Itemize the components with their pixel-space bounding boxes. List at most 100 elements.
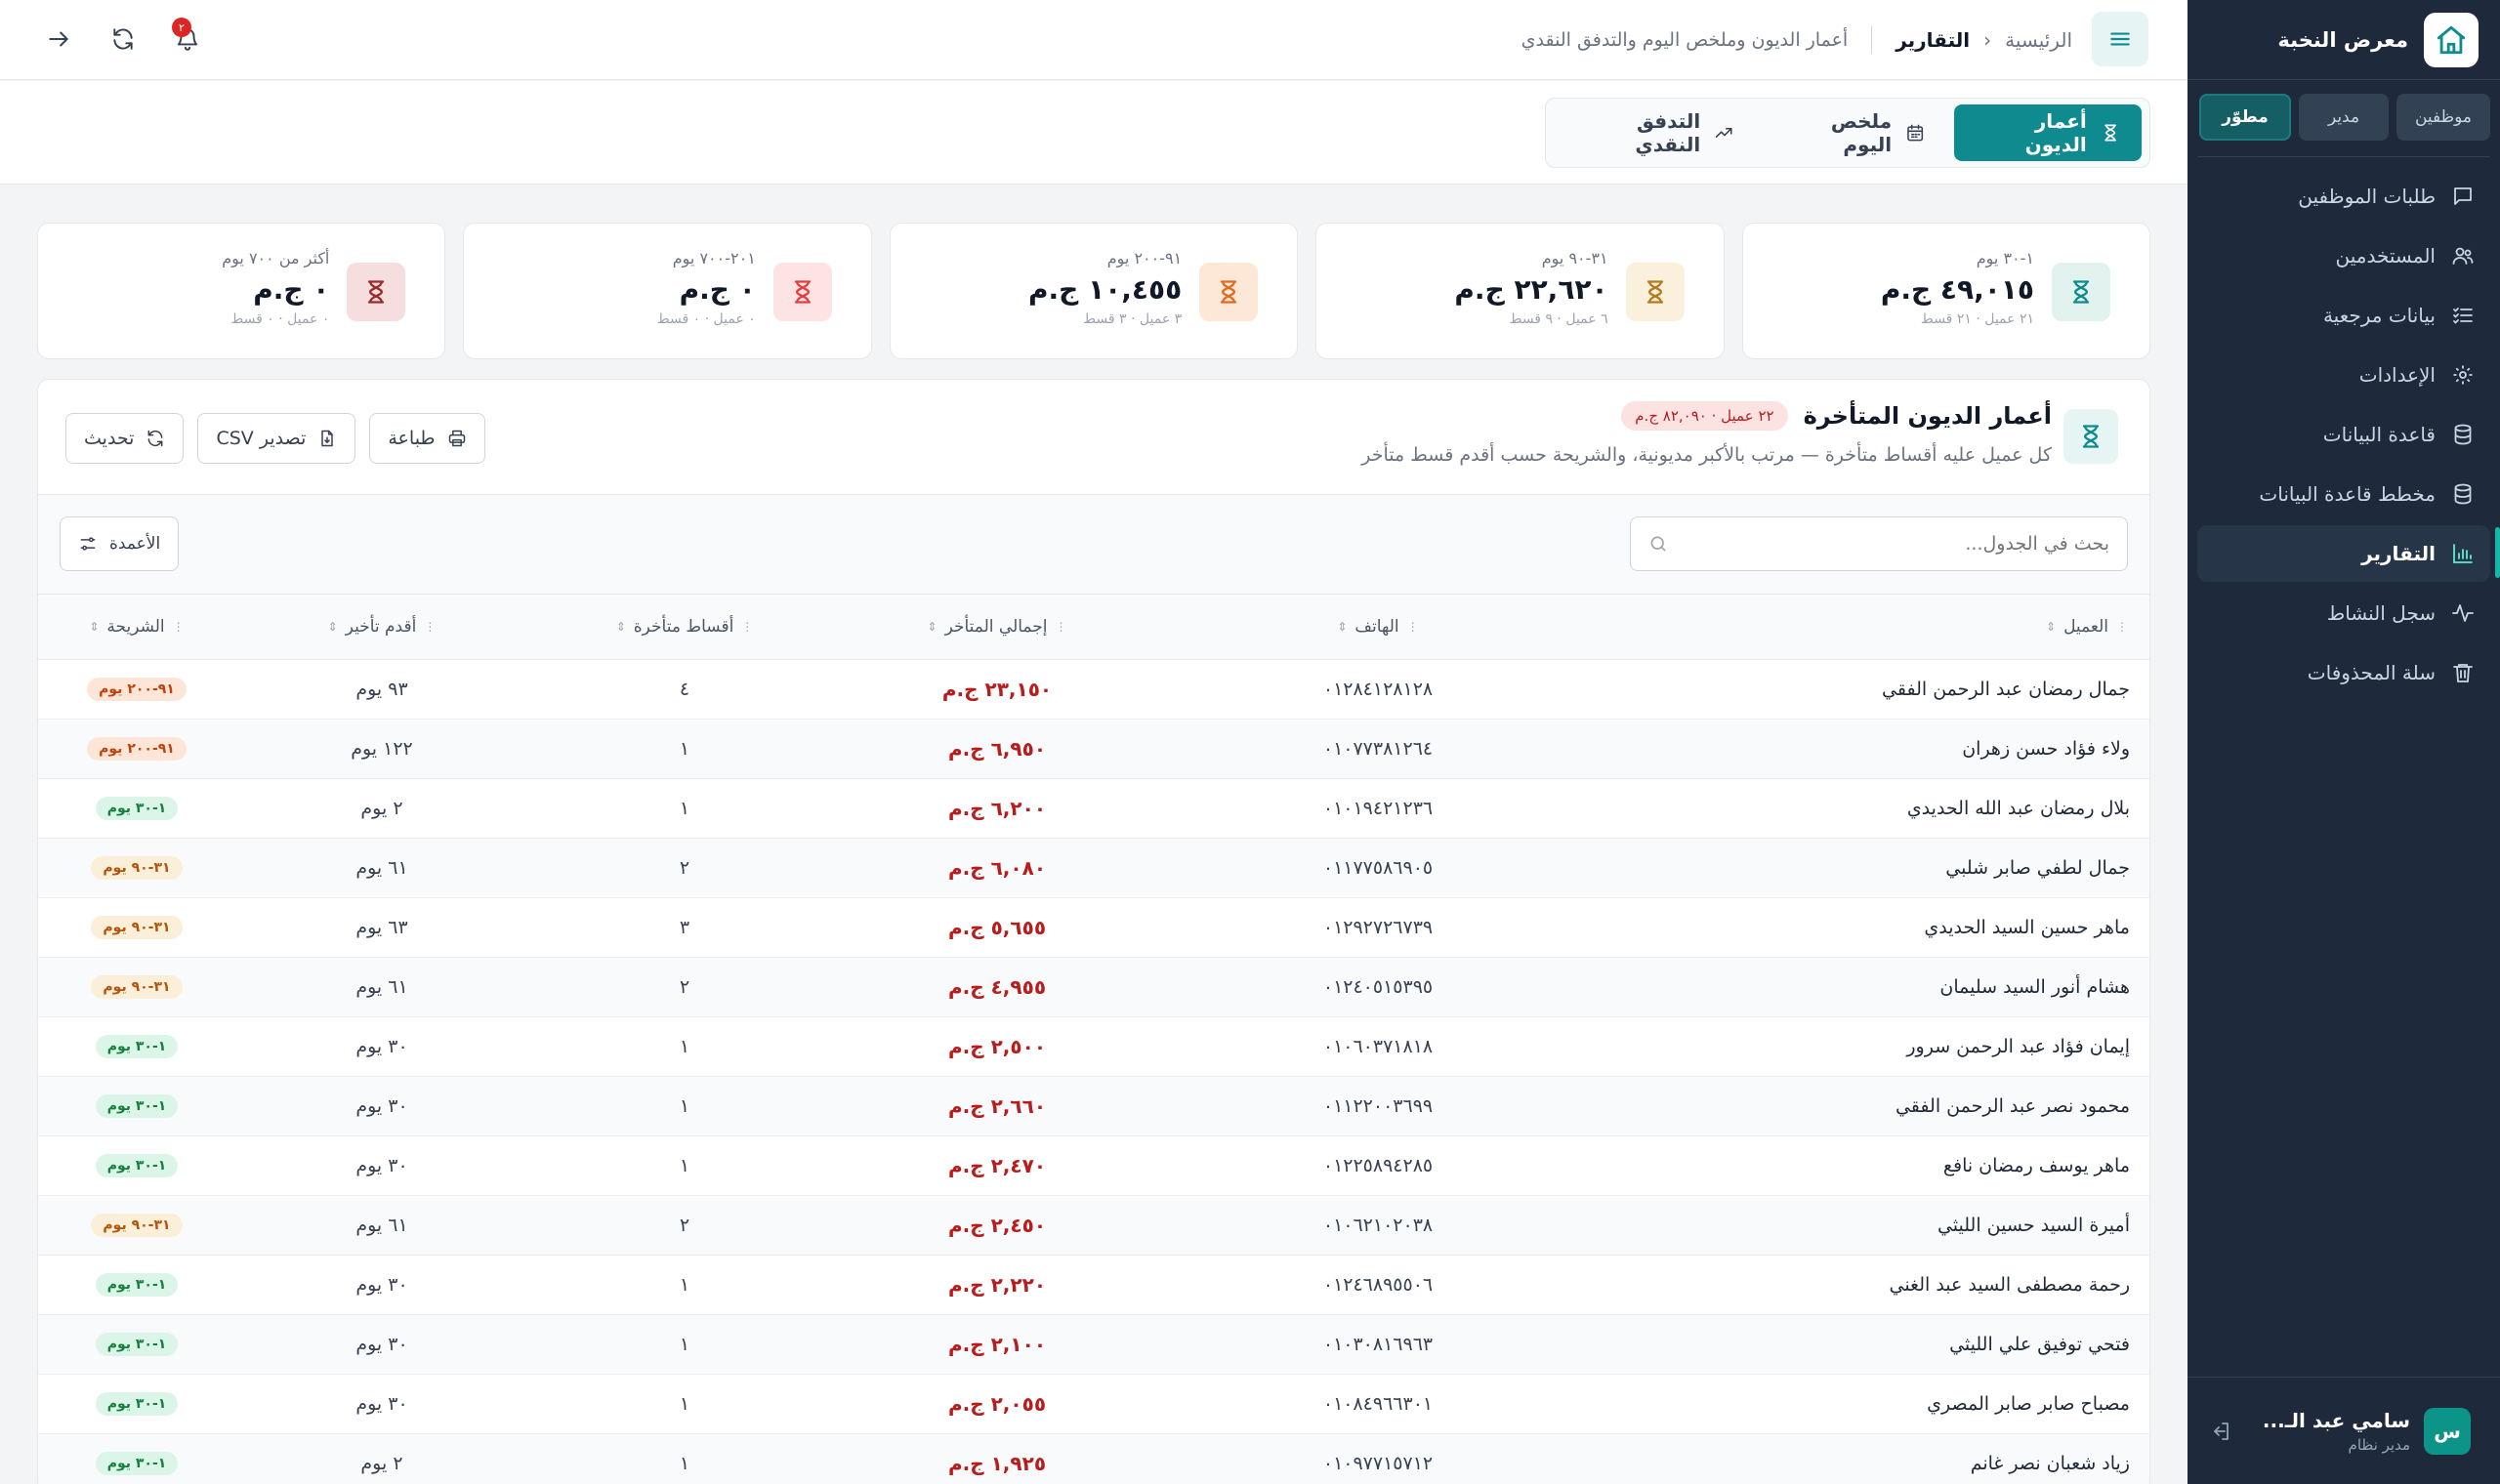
export-csv-button[interactable]: تصدير CSV xyxy=(197,413,356,464)
summary-badge: ٢٢ عميل · ٨٢,٠٩٠ ج.م xyxy=(1621,401,1788,431)
sidebar-item-database-schema[interactable]: مخطط قاعدة البيانات xyxy=(2197,466,2490,522)
sidebar-item-label: الإعدادات xyxy=(2358,363,2436,387)
cell-customer-name: فتحي توفيق علي الليثي xyxy=(1603,1314,2149,1375)
cell-overdue-count: ١ xyxy=(528,1255,841,1315)
sort-icon: ⇕ xyxy=(1337,620,1348,635)
users-icon xyxy=(2452,247,2474,265)
sidebar-item-label: قاعدة البيانات xyxy=(2322,423,2436,446)
cell-phone: ٠١٠٩٧٧١٥٧١٢ xyxy=(1153,1433,1603,1484)
panel-description: كل عميل عليه أقساط متأخرة — مرتب بالأكبر… xyxy=(1361,444,2052,466)
notifications-button[interactable]: ٢ xyxy=(168,18,207,59)
cell-total-overdue: ١,٩٢٥ ج.م xyxy=(841,1433,1153,1484)
tab-debt-aging[interactable]: أعمار الديون xyxy=(1954,104,2142,161)
column-title: الهاتف xyxy=(1354,617,1399,638)
header-actions: ٢ xyxy=(39,18,207,59)
hourglass-icon xyxy=(2052,263,2110,321)
tab-daily-summary[interactable]: ملخص اليوم xyxy=(1764,104,1947,161)
menu-icon xyxy=(2110,32,2130,46)
role-employees[interactable]: موظفين xyxy=(2396,94,2490,141)
card-text: ٢٠١-٧٠٠ يوم ٠ ج.م ٠ عميل · ٠ قسط xyxy=(657,249,756,327)
cell-total-overdue: ٢,٢٢٠ ج.م xyxy=(841,1255,1153,1315)
top-header: الرئيسية ‹ التقارير أعمار الديون وملخص ا… xyxy=(0,0,2188,80)
print-button[interactable]: طباعة xyxy=(369,413,485,464)
table-row[interactable]: هشام أنور السيد سليمان ٠١٢٤٠٥١٥٣٩٥ ٤,٩٥٥ ج… xyxy=(38,957,2149,1017)
sidebar-item-users[interactable]: المستخدمين xyxy=(2197,227,2490,284)
bucket-badge: ٩١-٢٠٠ يوم xyxy=(87,737,187,761)
breadcrumb-current: التقارير xyxy=(1896,28,1971,52)
column-header-customer[interactable]: ⋮ العميل ⇕ xyxy=(1603,595,2149,660)
notification-badge: ٢ xyxy=(172,18,191,37)
cell-customer-name: رحمة مصطفى السيد عبد الغني xyxy=(1603,1255,2149,1315)
table-row[interactable]: جمال رمضان عبد الرحمن الفقي ٠١٢٨٤١٢٨١٢٨ ٢٣… xyxy=(38,659,2149,720)
table-row[interactable]: ماهر حسين السيد الحديدي ٠١٢٩٢٧٢٦٧٣٩ ٥,٦٥٥ … xyxy=(38,897,2149,958)
cell-phone: ٠١٢٢٥٨٩٤٢٨٥ xyxy=(1153,1135,1603,1196)
table-row[interactable]: جمال لطفي صابر شلبي ٠١١٧٧٥٨٦٩٠٥ ٦,٠٨٠ ج.م ٢… xyxy=(38,838,2149,898)
column-header-bucket[interactable]: ⋮ الشريحة ⇕ xyxy=(38,595,235,660)
tab-label: ملخص اليوم xyxy=(1830,109,1893,156)
cell-customer-name: أميرة السيد حسين الليثي xyxy=(1603,1195,2149,1256)
sidebar-item-database[interactable]: قاعدة البيانات xyxy=(2197,406,2490,463)
brand[interactable]: معرض النخبة xyxy=(2188,0,2500,80)
cell-phone: ٠١٠٦٠٣٧١٨١٨ xyxy=(1153,1016,1603,1077)
table-row[interactable]: محمود نصر عبد الرحمن الفقي ٠١١٢٢٠٠٣٦٩٩ ٢,٦… xyxy=(38,1076,2149,1136)
search-input[interactable] xyxy=(1682,533,2109,555)
columns-button[interactable]: الأعمدة xyxy=(60,516,180,571)
column-header-total-overdue[interactable]: ⋮ إجمالي المتأخر ⇕ xyxy=(841,595,1153,660)
cell-oldest-delay: ٣٠ يوم xyxy=(235,1255,528,1315)
back-button[interactable] xyxy=(39,20,78,59)
table-row[interactable]: رحمة مصطفى السيد عبد الغني ٠١٢٤٦٨٩٥٥٠٦ ٢,٢… xyxy=(38,1255,2149,1315)
sidebar-item-activity-log[interactable]: سجل النشاط xyxy=(2197,585,2490,641)
sidebar-item-trash[interactable]: سلة المحذوفات xyxy=(2197,644,2490,701)
role-manager[interactable]: مدير xyxy=(2299,94,2389,141)
menu-toggle-button[interactable] xyxy=(2092,12,2148,66)
button-label: الأعمدة xyxy=(109,534,161,554)
refresh-button[interactable]: تحديث xyxy=(65,413,185,464)
column-header-overdue-installments[interactable]: ⋮ أقساط متأخرة ⇕ xyxy=(528,595,841,660)
table-row[interactable]: فتحي توفيق علي الليثي ٠١٠٣٠٨١٦٩٦٣ ٢,١٠٠ ج.… xyxy=(38,1314,2149,1375)
avatar[interactable]: س xyxy=(2424,1407,2471,1455)
table-row[interactable]: بلال رمضان عبد الله الحديدي ٠١٠١٩٤٢١٢٣٦ ٦,… xyxy=(38,778,2149,839)
bucket-badge: ١-٣٠ يوم xyxy=(95,797,179,820)
cell-customer-name: محمود نصر عبد الرحمن الفقي xyxy=(1603,1076,2149,1136)
trending-up-icon xyxy=(1715,128,1732,138)
sidebar-item-reference-data[interactable]: بيانات مرجعية xyxy=(2197,287,2490,344)
drag-handle-icon: ⋮ xyxy=(741,620,754,635)
drag-handle-icon: ⋮ xyxy=(172,620,185,635)
card-text: ١-٣٠ يوم ٤٩,٠١٥ ج.م ٢١ عميل · ٢١ قسط xyxy=(1881,249,2034,327)
cell-overdue-count: ١ xyxy=(528,1076,841,1136)
cell-phone: ٠١٢٤٦٨٩٥٥٠٦ xyxy=(1153,1255,1603,1315)
hourglass-icon xyxy=(1199,263,1259,321)
column-header-oldest-delay[interactable]: ⋮ أقدم تأخير ⇕ xyxy=(235,595,528,660)
cell-bucket: ١-٣٠ يوم xyxy=(38,1255,235,1315)
breadcrumb-home[interactable]: الرئيسية xyxy=(2005,28,2072,52)
gear-icon xyxy=(2453,365,2473,385)
refresh-page-button[interactable] xyxy=(104,20,143,59)
user-role: مدير نظام xyxy=(2348,1435,2410,1454)
cell-phone: ٠١١٢٢٠٠٣٦٩٩ xyxy=(1153,1076,1603,1136)
cell-phone: ٠١٠٨٤٩٦٦٣٠١ xyxy=(1153,1374,1603,1434)
table-row[interactable]: ماهر يوسف رمضان نافع ٠١٢٢٥٨٩٤٢٨٥ ٢,٤٧٠ ج.م… xyxy=(38,1135,2149,1196)
role-developer[interactable]: مطوّر xyxy=(2199,94,2291,141)
breadcrumb: الرئيسية ‹ التقارير أعمار الديون وملخص ا… xyxy=(1521,0,2072,80)
card-meta: ٠ عميل · ٠ قسط xyxy=(656,311,756,327)
column-header-phone[interactable]: ⋮ الهاتف ⇕ xyxy=(1153,595,1603,660)
table-row[interactable]: ولاء فؤاد حسن زهران ٠١٠٧٧٣٨١٢٦٤ ٦,٩٥٠ ج.م ١… xyxy=(38,719,2149,779)
cell-bucket: ٣١-٩٠ يوم xyxy=(38,838,235,898)
table-row[interactable]: أميرة السيد حسين الليثي ٠١٠٦٢١٠٢٠٣٨ ٢,٤٥٠ … xyxy=(38,1195,2149,1256)
tab-cash-flow[interactable]: التدفق النقدي xyxy=(1554,104,1756,161)
cell-total-overdue: ٥,٦٥٥ ج.م xyxy=(841,897,1153,958)
table-row[interactable]: إيمان فؤاد عبد الرحمن سرور ٠١٠٦٠٣٧١٨١٨ ٢,٥… xyxy=(38,1016,2149,1077)
search-box xyxy=(1630,516,2128,571)
bucket-badge: ١-٣٠ يوم xyxy=(95,1273,179,1297)
table-row[interactable]: زياد شعبان نصر غانم ٠١٠٩٧٧١٥٧١٢ ١,٩٢٥ ج.م ١… xyxy=(38,1433,2149,1484)
aging-card-91-200: ٩١-٢٠٠ يوم ١٠,٤٥٥ ج.م ٣ عميل · ٣ قسط xyxy=(889,223,1299,359)
cell-customer-name: ولاء فؤاد حسن زهران xyxy=(1603,719,2149,779)
sidebar-item-employee-requests[interactable]: طلبات الموظفين xyxy=(2197,168,2490,225)
table-row[interactable]: مصباح صابر صابر المصري ٠١٠٨٤٩٦٦٣٠١ ٢,٠٥٥ ج… xyxy=(38,1374,2149,1434)
bucket-badge: ١-٣٠ يوم xyxy=(95,1094,179,1118)
sort-icon: ⇕ xyxy=(615,620,626,635)
sidebar-item-settings[interactable]: الإعدادات xyxy=(2197,347,2490,403)
sidebar-item-reports[interactable]: التقارير xyxy=(2197,525,2490,582)
card-amount: ١٠,٤٥٥ ج.م xyxy=(1028,273,1183,306)
logout-button[interactable] xyxy=(2209,1420,2232,1443)
